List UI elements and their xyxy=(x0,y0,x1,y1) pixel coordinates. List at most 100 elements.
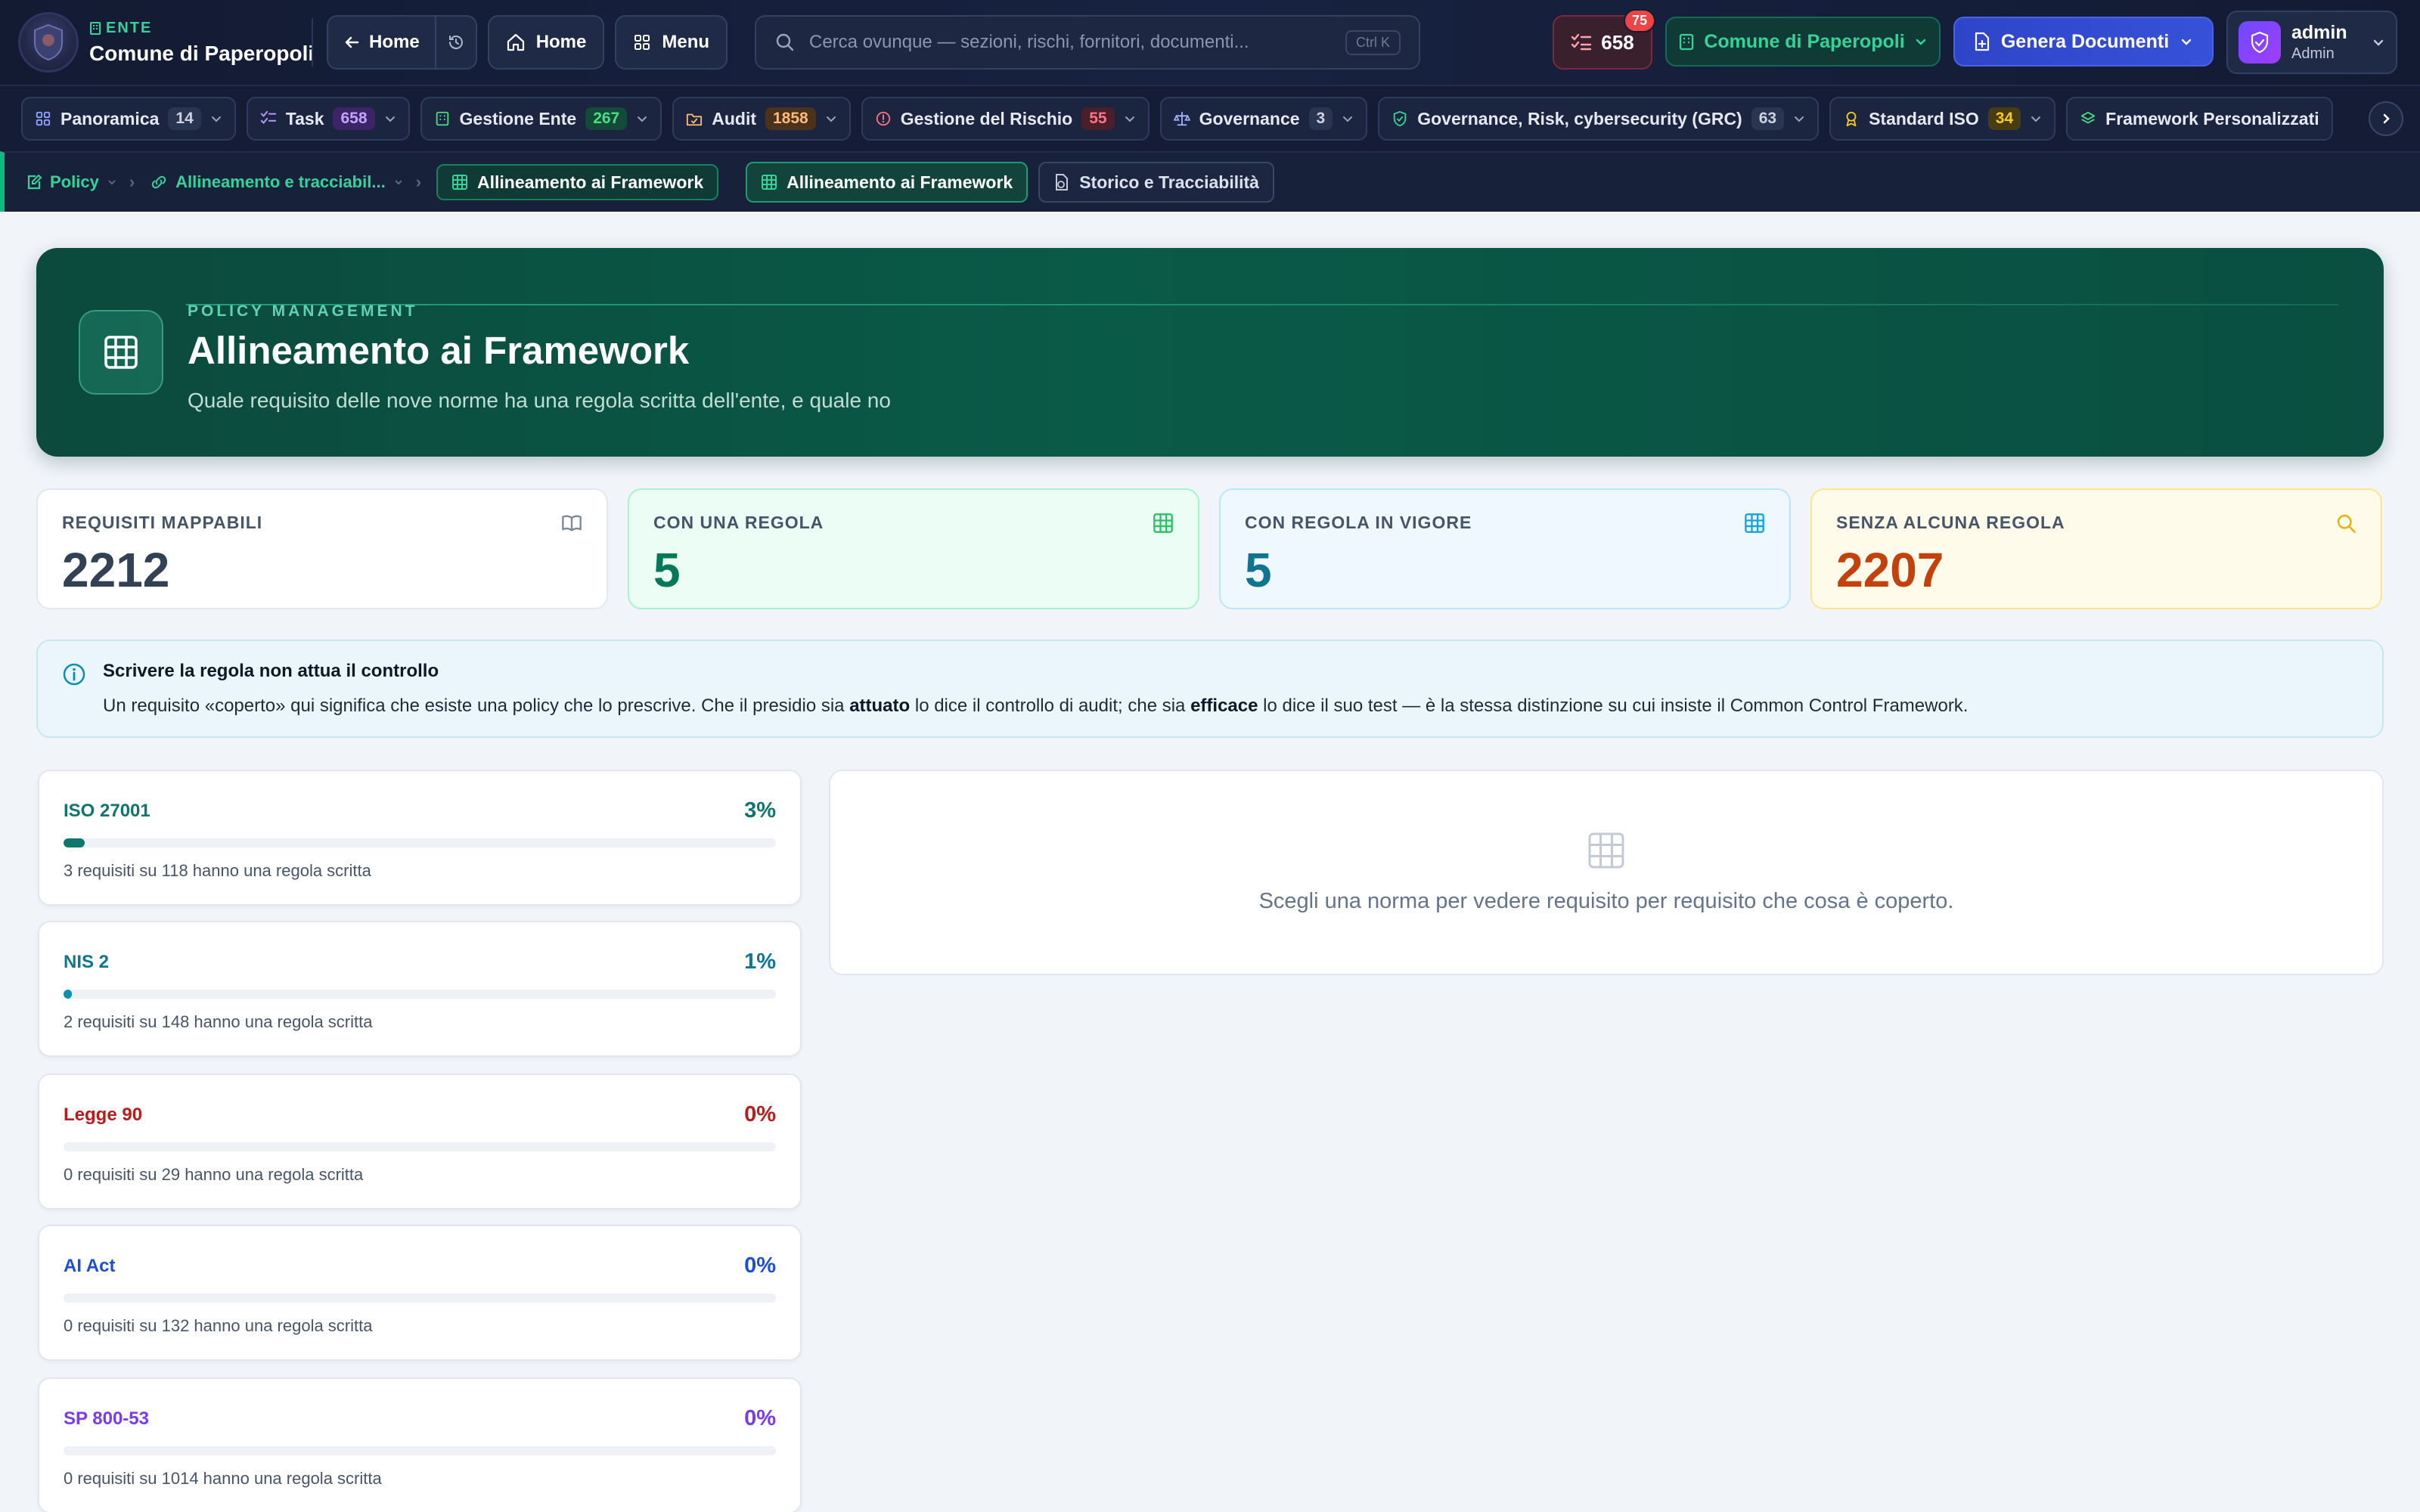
nav-chip-label: Audit xyxy=(712,108,756,129)
tab-framework-alignment-label: Allineamento ai Framework xyxy=(786,172,1013,192)
framework-card[interactable]: NIS 2 1% 2 requisiti su 148 hanno una rego… xyxy=(38,921,802,1057)
menu-button[interactable]: Menu xyxy=(615,15,728,70)
info-text-part: lo dice il controllo di audit; che sia xyxy=(910,696,1191,716)
nav-chip[interactable]: Standard ISO 34 xyxy=(1829,97,2056,141)
crest-icon xyxy=(34,23,63,61)
book-icon xyxy=(562,515,582,531)
nav-chip[interactable]: Gestione Ente 267 xyxy=(420,97,662,141)
nav-chip-count: 658 xyxy=(333,107,375,130)
framework-coverage-note: 3 requisiti su 118 hanno una regola scri… xyxy=(64,861,371,880)
tab-framework-alignment[interactable]: Allineamento ai Framework xyxy=(746,162,1028,203)
nav-chip-label: Gestione del Rischio xyxy=(900,108,1073,129)
framework-card-header: SP 800-53 0% xyxy=(64,1406,776,1431)
search-icon xyxy=(2337,514,2356,533)
breadcrumb-separator-icon: › xyxy=(129,172,135,191)
table-icon xyxy=(1153,513,1173,533)
stat-card: Requisiti mappabili 2212 xyxy=(36,488,608,609)
nav-scroll-right-button[interactable] xyxy=(2369,101,2403,136)
info-title: Scrivere la regola non attua il controll… xyxy=(103,661,439,681)
nav-chip[interactable]: Governance 3 xyxy=(1159,97,1368,141)
header-rule xyxy=(186,304,2338,305)
framework-percentage: 0% xyxy=(744,1102,776,1126)
nav-chip-label: Framework Personalizzati xyxy=(2105,108,2319,129)
nav-chip[interactable]: Framework Personalizzati xyxy=(2066,97,2333,141)
page-title: Allineamento ai Framework xyxy=(188,329,690,372)
notification-badge: 75 xyxy=(1623,9,1655,33)
chevron-down-icon xyxy=(638,116,647,122)
home-button[interactable]: Home xyxy=(487,15,605,70)
table-icon xyxy=(104,336,138,369)
nav-chip[interactable]: Panoramica 14 xyxy=(21,97,236,141)
framework-percentage: 1% xyxy=(744,950,776,974)
search-placeholder: Cerca ovunque — sezioni, rischi, fornito… xyxy=(809,32,1249,52)
framework-card[interactable]: SP 800-53 0% 0 requisiti su 1014 hanno una… xyxy=(38,1377,802,1512)
award-icon xyxy=(1846,111,1857,127)
coverage-progress-fill xyxy=(64,990,73,999)
nav-chip-count: 267 xyxy=(585,107,628,130)
stat-card: Con regola in vigore 5 xyxy=(1219,488,1791,609)
info-text-part: Un requisito «coperto» qui significa che… xyxy=(103,696,850,716)
file-history-icon xyxy=(1056,174,1069,191)
stat-label: Requisiti mappabili xyxy=(62,513,263,532)
avatar xyxy=(2238,21,2281,64)
chevron-down-icon xyxy=(1795,116,1804,122)
chevron-down-icon xyxy=(385,116,395,122)
coverage-progress-track xyxy=(64,1446,776,1455)
nav-chip-label: Panoramica xyxy=(60,108,160,129)
nav-chip[interactable]: Audit 1858 xyxy=(672,97,851,141)
stat-label: Con una regola xyxy=(653,513,824,532)
nav-chip-count: 34 xyxy=(1987,107,2021,130)
tab-history[interactable]: Storico e Tracciabilità xyxy=(1038,162,1274,203)
coverage-progress-track xyxy=(64,990,776,999)
stat-icon xyxy=(2335,513,2356,534)
header-table-icon xyxy=(79,310,163,395)
back-home-label: Home xyxy=(369,32,420,52)
framework-coverage-note: 2 requisiti su 148 hanno una regola scri… xyxy=(64,1012,373,1031)
task-counter-button[interactable]: 658 75 xyxy=(1553,9,1655,70)
nav-chip-label: Gestione Ente xyxy=(459,108,577,129)
chevron-down-icon xyxy=(394,180,402,185)
framework-card[interactable]: AI Act 0% 0 requisiti su 132 hanno una reg… xyxy=(38,1225,802,1361)
checklist-icon xyxy=(260,110,276,124)
back-home-button[interactable]: Home xyxy=(328,17,435,68)
scale-icon xyxy=(1173,111,1190,126)
organization-selector[interactable]: Comune di Paperopoli xyxy=(1665,17,1941,67)
breadcrumb-alignment[interactable]: Allineamento e tracciabil... › xyxy=(150,172,426,192)
info-emphasis-implemented: attuato xyxy=(849,696,911,716)
nav-chip-count: 3 xyxy=(1308,107,1333,130)
nav-chip[interactable]: Task 658 xyxy=(246,97,410,141)
org-logo[interactable] xyxy=(18,12,79,73)
framework-percentage: 3% xyxy=(744,798,776,823)
framework-card-header: AI Act 0% xyxy=(64,1253,776,1278)
nav-chip[interactable]: Governance, Risk, cybersecurity (GRC) 63 xyxy=(1378,97,1820,141)
generate-documents-button[interactable]: Genera Documenti xyxy=(1953,17,2214,67)
framework-coverage-note: 0 requisiti su 1014 hanno una regola scr… xyxy=(64,1469,382,1488)
divider xyxy=(312,18,313,67)
framework-coverage-note: 0 requisiti su 29 hanno una regola scrit… xyxy=(64,1165,364,1184)
file-plus-icon xyxy=(1975,32,1989,51)
breadcrumb-current[interactable]: Allineamento ai Framework xyxy=(436,164,719,200)
coverage-progress-track xyxy=(64,1294,776,1303)
chevron-down-icon xyxy=(1125,116,1134,122)
building-icon xyxy=(1680,33,1694,51)
search-shortcut: Ctrl K xyxy=(1345,29,1401,55)
breadcrumb-policy[interactable]: Policy › xyxy=(26,172,139,192)
task-count: 658 xyxy=(1601,30,1634,54)
global-search[interactable]: Cerca ovunque — sezioni, rischi, fornito… xyxy=(755,15,1420,70)
chevron-down-icon xyxy=(2181,39,2192,45)
table-icon xyxy=(1588,832,1624,868)
nav-chip[interactable]: Gestione del Rischio 55 xyxy=(861,97,1150,141)
home-icon xyxy=(507,33,524,51)
chevron-down-icon xyxy=(108,180,116,185)
home-history-group: Home xyxy=(327,15,477,70)
breadcrumb-policy-label: Policy xyxy=(50,172,99,191)
user-menu[interactable]: admin Admin xyxy=(2226,11,2397,74)
breadcrumb: Policy › Allineamento e tracciabil... › … xyxy=(0,151,2420,212)
org-name: Comune di Paperopoli xyxy=(89,41,315,65)
chevron-right-icon xyxy=(2383,113,2390,124)
framework-card[interactable]: Legge 90 0% 0 requisiti su 29 hanno una re… xyxy=(38,1074,802,1210)
nav-chip-label: Task xyxy=(285,108,324,129)
framework-card[interactable]: ISO 27001 3% 3 requisiti su 118 hanno una … xyxy=(38,770,802,906)
history-button[interactable] xyxy=(434,17,476,68)
table-icon xyxy=(1745,513,1764,533)
